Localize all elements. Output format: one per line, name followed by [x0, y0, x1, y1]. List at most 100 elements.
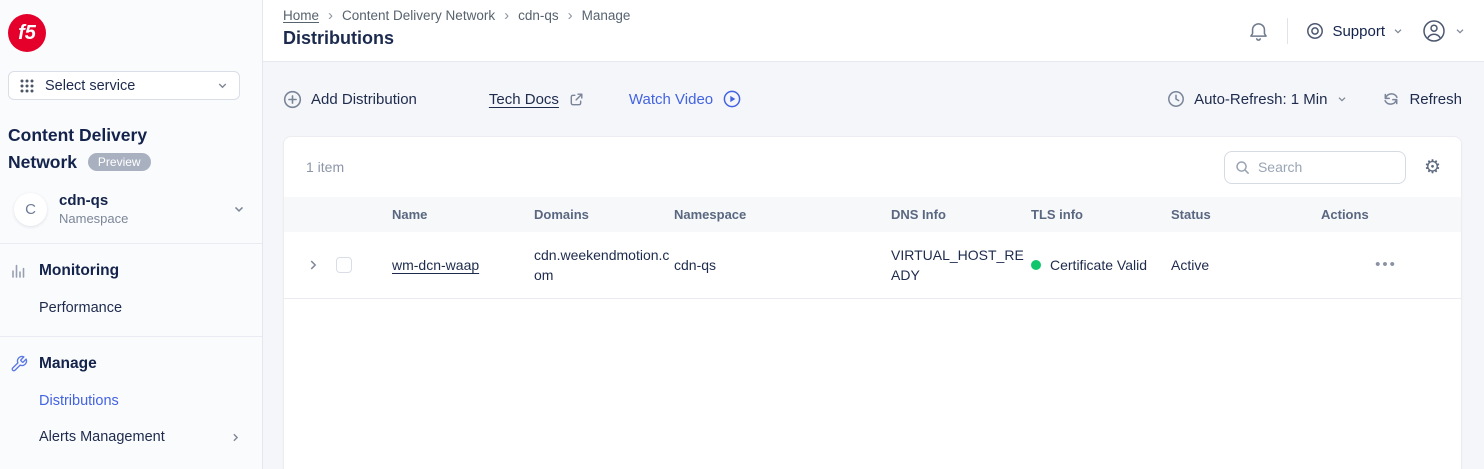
column-header-name: Name — [392, 197, 534, 232]
chevron-down-icon — [1392, 25, 1404, 37]
column-header-tls-info: TLS info — [1031, 197, 1171, 232]
breadcrumb: Home › Content Delivery Network › cdn-qs… — [283, 8, 630, 23]
select-service-dropdown[interactable]: Select service — [8, 71, 240, 100]
watch-video-label: Watch Video — [629, 91, 713, 108]
wrench-icon — [10, 355, 28, 373]
namespace-text: cdn-qs Namespace — [59, 191, 128, 227]
f5-logo[interactable]: f5 — [8, 14, 46, 52]
breadcrumb-manage[interactable]: Manage — [582, 8, 631, 23]
sidebar-item-alerts-management[interactable]: Alerts Management — [39, 429, 242, 445]
toolbar-right: Auto-Refresh: 1 Min Refresh — [1167, 90, 1462, 108]
nav-item-label: Performance — [39, 300, 122, 316]
app-window: f5 Select service Content Delivery Netwo… — [0, 0, 1484, 469]
refresh-button[interactable]: Refresh — [1382, 90, 1462, 108]
header-divider — [1287, 18, 1288, 44]
table-header-row: Name Domains Namespace DNS Info TLS info… — [284, 197, 1461, 232]
bar-chart-icon — [10, 262, 28, 280]
row-expand-button[interactable] — [306, 258, 320, 272]
nav-section-title: Monitoring — [39, 262, 119, 280]
main-area: Home › Content Delivery Network › cdn-qs… — [263, 0, 1484, 469]
nav-section-monitoring: Monitoring — [10, 262, 262, 280]
auto-refresh-dropdown[interactable]: Auto-Refresh: 1 Min — [1167, 90, 1348, 108]
actions-menu-button[interactable]: ••• — [1375, 256, 1397, 273]
page-content: Add Distribution Tech Docs Watch Video — [263, 62, 1484, 469]
chevron-right-icon — [229, 431, 242, 444]
add-distribution-button[interactable]: Add Distribution — [283, 90, 417, 109]
account-menu-button[interactable] — [1421, 18, 1466, 44]
support-label: Support — [1332, 23, 1385, 40]
clock-icon — [1167, 90, 1185, 108]
breadcrumb-namespace[interactable]: cdn-qs — [518, 8, 559, 23]
notifications-button[interactable] — [1247, 20, 1270, 43]
sidebar: f5 Select service Content Delivery Netwo… — [0, 0, 263, 469]
table-row: wm-dcn-waap cdn.weekendmotion.com cdn-qs… — [284, 232, 1461, 299]
header-left: Home › Content Delivery Network › cdn-qs… — [283, 8, 630, 61]
table-card-header: 1 item ⚙ — [284, 137, 1461, 197]
namespace-selector[interactable]: C cdn-qs Namespace — [14, 191, 246, 227]
chevron-right-icon — [306, 258, 320, 272]
external-link-icon — [568, 91, 585, 108]
row-tls-info-cell: Certificate Valid — [1031, 232, 1171, 299]
tls-status-dot — [1031, 260, 1041, 270]
row-checkbox[interactable] — [336, 257, 352, 273]
watch-video-link[interactable]: Watch Video — [629, 89, 742, 109]
distributions-table: Name Domains Namespace DNS Info TLS info… — [284, 197, 1461, 299]
row-name-cell: wm-dcn-waap — [392, 232, 534, 299]
tech-docs-label: Tech Docs — [489, 91, 559, 108]
distributions-table-card: 1 item ⚙ — [283, 136, 1462, 469]
refresh-icon — [1382, 90, 1400, 108]
column-header-namespace: Namespace — [674, 197, 891, 232]
breadcrumb-home[interactable]: Home — [283, 8, 319, 23]
nav-item-label: Distributions — [39, 393, 119, 409]
search-icon — [1234, 159, 1251, 176]
chevron-down-icon — [232, 202, 246, 216]
breadcrumb-separator: › — [328, 9, 333, 22]
distribution-name-link[interactable]: wm-dcn-waap — [392, 257, 479, 273]
chevron-down-icon — [1454, 25, 1466, 37]
support-menu-button[interactable]: Support — [1305, 21, 1404, 41]
column-header-actions: Actions — [1321, 197, 1461, 232]
row-namespace-cell: cdn-qs — [674, 232, 891, 299]
row-dns-info-cell: VIRTUAL_HOST_READY — [891, 232, 1031, 299]
sidebar-item-distributions[interactable]: Distributions — [39, 393, 242, 409]
row-select-cell — [336, 232, 392, 299]
f5-logo-text: f5 — [18, 22, 36, 45]
auto-refresh-label: Auto-Refresh: 1 Min — [1194, 91, 1327, 108]
support-lifering-icon — [1305, 21, 1325, 41]
refresh-label: Refresh — [1409, 91, 1462, 108]
nav-section-title: Manage — [39, 355, 97, 373]
nav-section-manage: Manage — [10, 355, 262, 373]
search-box — [1224, 151, 1406, 184]
breadcrumb-cdn[interactable]: Content Delivery Network — [342, 8, 495, 23]
tech-docs-link[interactable]: Tech Docs — [489, 91, 585, 108]
bell-icon — [1247, 20, 1270, 43]
sidebar-divider — [0, 336, 262, 337]
product-title: Content Delivery Network Preview — [8, 122, 220, 176]
item-count: 1 item — [306, 159, 344, 175]
plus-circle-icon — [283, 90, 302, 109]
column-header-expander — [284, 197, 336, 232]
sidebar-divider — [0, 243, 262, 244]
namespace-type-label: Namespace — [59, 210, 128, 227]
column-header-select — [336, 197, 392, 232]
page-title: Distributions — [283, 28, 630, 49]
user-account-icon — [1421, 18, 1447, 44]
namespace-avatar: C — [14, 193, 47, 226]
chevron-down-icon — [216, 79, 229, 92]
add-distribution-label: Add Distribution — [311, 91, 417, 108]
sidebar-nav: Monitoring Performance Manage Distributi… — [0, 262, 262, 445]
nav-item-label: Alerts Management — [39, 429, 165, 445]
gear-icon: ⚙ — [1424, 157, 1441, 178]
row-expander-cell — [284, 232, 336, 299]
sidebar-item-performance[interactable]: Performance — [39, 300, 242, 316]
toolbar: Add Distribution Tech Docs Watch Video — [283, 62, 1462, 136]
column-header-domains: Domains — [534, 197, 674, 232]
search-input[interactable] — [1224, 151, 1406, 184]
header-right: Support — [1247, 8, 1466, 54]
play-circle-icon — [722, 89, 742, 109]
table-settings-button[interactable]: ⚙ — [1424, 158, 1441, 177]
row-status-cell: Active — [1171, 232, 1321, 299]
grid-icon — [19, 78, 35, 94]
namespace-name: cdn-qs — [59, 191, 128, 210]
preview-badge: Preview — [88, 153, 151, 171]
